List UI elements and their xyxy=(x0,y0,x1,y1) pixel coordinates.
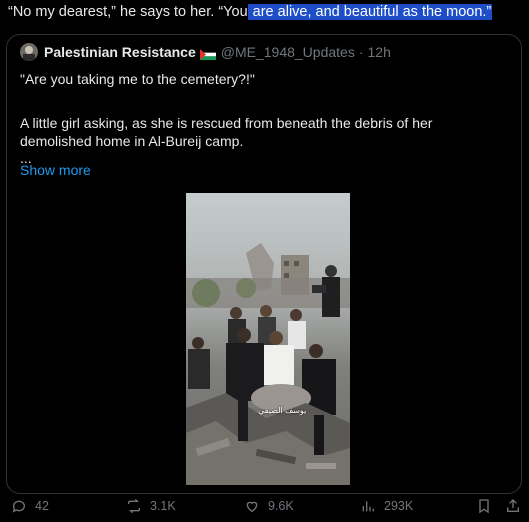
post-text-plain: “No my dearest,” he says to her. “You xyxy=(8,4,248,20)
flag-icon xyxy=(199,47,216,60)
post-text-selected: are alive, and beautiful as the moon.” xyxy=(247,4,493,20)
repost-icon xyxy=(128,498,140,514)
views-icon xyxy=(362,501,374,512)
show-more-link[interactable]: Show more xyxy=(20,162,91,178)
views-button[interactable]: 293K xyxy=(360,498,413,514)
quoted-post-line1: "Are you taking me to the cemetery?!" xyxy=(20,71,255,87)
like-count: 9.6K xyxy=(268,499,294,513)
views-count: 293K xyxy=(384,499,414,513)
bookmark-button[interactable] xyxy=(476,498,500,514)
separator: · xyxy=(358,44,364,60)
post-actions-bar: 42 3.1K 9.6K 293K xyxy=(0,494,529,522)
quoted-post-card[interactable]: Palestinian Resistance @ME_1948_Updates … xyxy=(6,34,522,494)
reply-button[interactable]: 42 xyxy=(11,498,49,514)
reply-icon xyxy=(12,500,25,513)
author-handle[interactable]: @ME_1948_Updates xyxy=(221,44,355,60)
repost-button[interactable]: 3.1K xyxy=(126,498,176,514)
video-watermark: يوسف الصيفي xyxy=(258,406,307,415)
reply-count: 42 xyxy=(35,499,49,513)
quoted-post-paragraph: A little girl asking, as she is rescued … xyxy=(20,115,433,149)
share-button[interactable] xyxy=(505,498,529,514)
like-icon xyxy=(246,501,258,513)
bookmark-icon xyxy=(479,499,489,514)
quoted-post-header: Palestinian Resistance @ME_1948_Updates … xyxy=(20,43,391,61)
video-thumbnail[interactable]: يوسف الصيفي xyxy=(186,193,350,485)
repost-count: 3.1K xyxy=(150,499,176,513)
post-time[interactable]: 12h xyxy=(368,44,391,60)
author-name[interactable]: Palestinian Resistance xyxy=(44,44,196,60)
like-button[interactable]: 9.6K xyxy=(244,498,294,514)
post-text: “No my dearest,” he says to her. “You ar… xyxy=(8,4,493,21)
share-icon xyxy=(507,499,519,512)
avatar[interactable] xyxy=(20,43,38,61)
